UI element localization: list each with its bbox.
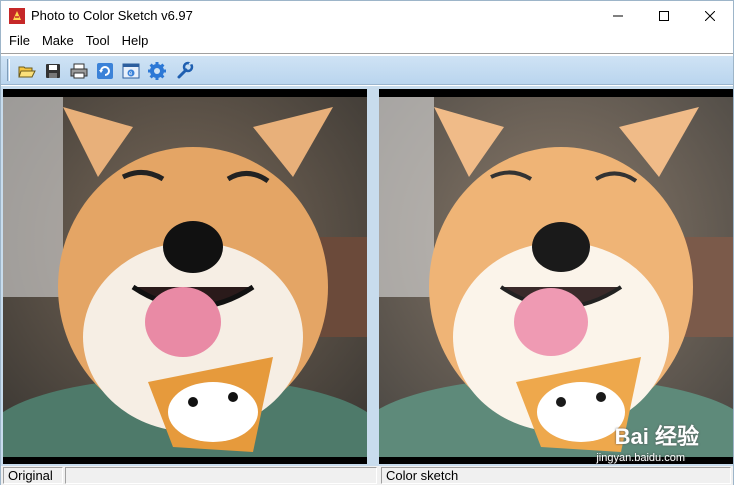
minimize-button[interactable] — [595, 1, 641, 31]
status-sketch-label: Color sketch — [381, 467, 731, 484]
settings-button[interactable] — [145, 59, 168, 82]
minimize-icon — [613, 15, 623, 17]
watermark-url: jingyan.baidu.com — [596, 452, 685, 464]
watermark-logo: Bai 经验 — [614, 424, 699, 449]
wrench-icon — [177, 61, 193, 78]
close-button[interactable] — [687, 1, 733, 31]
sketch-photo — [379, 97, 733, 457]
menu-separator — [1, 53, 733, 55]
open-button[interactable] — [15, 59, 38, 82]
settings-gear-icon — [147, 61, 166, 80]
menu-tool[interactable]: Tool — [80, 31, 116, 51]
print-icon — [70, 63, 87, 78]
maximize-icon — [659, 11, 669, 21]
menu-file[interactable]: File — [3, 31, 36, 51]
status-bar: Original Color sketch — [1, 466, 733, 485]
toolbar: e — [1, 56, 733, 85]
close-icon — [705, 11, 715, 21]
menu-help[interactable]: Help — [116, 31, 155, 51]
window-title: Photo to Color Sketch v6.97 — [31, 8, 193, 23]
dog-sketch-image — [379, 97, 733, 457]
toolbar-grip[interactable] — [7, 59, 10, 81]
menu-make[interactable]: Make — [36, 31, 80, 51]
dog-photo-image — [3, 97, 367, 457]
open-folder-icon — [17, 66, 36, 77]
app-window: Photo to Color Sketch v6.97 File Make To… — [0, 0, 734, 485]
status-original-info — [65, 467, 377, 484]
sketch-image-pane[interactable] — [379, 89, 733, 464]
save-button[interactable] — [41, 59, 64, 82]
refresh-button[interactable] — [93, 59, 116, 82]
tools-button[interactable] — [173, 59, 196, 82]
original-photo — [3, 97, 367, 457]
browser-button[interactable]: e — [119, 59, 142, 82]
print-button[interactable] — [67, 59, 90, 82]
image-panes — [1, 86, 733, 466]
title-bar[interactable]: Photo to Color Sketch v6.97 — [1, 1, 733, 31]
original-image-pane[interactable] — [3, 89, 367, 464]
status-original-label: Original — [3, 467, 63, 484]
refresh-icon — [96, 62, 113, 79]
browser-icon: e — [122, 63, 139, 78]
app-logo-icon — [9, 8, 25, 24]
menu-bar: File Make Tool Help — [1, 31, 733, 51]
save-disk-icon — [45, 63, 60, 78]
maximize-button[interactable] — [641, 1, 687, 31]
